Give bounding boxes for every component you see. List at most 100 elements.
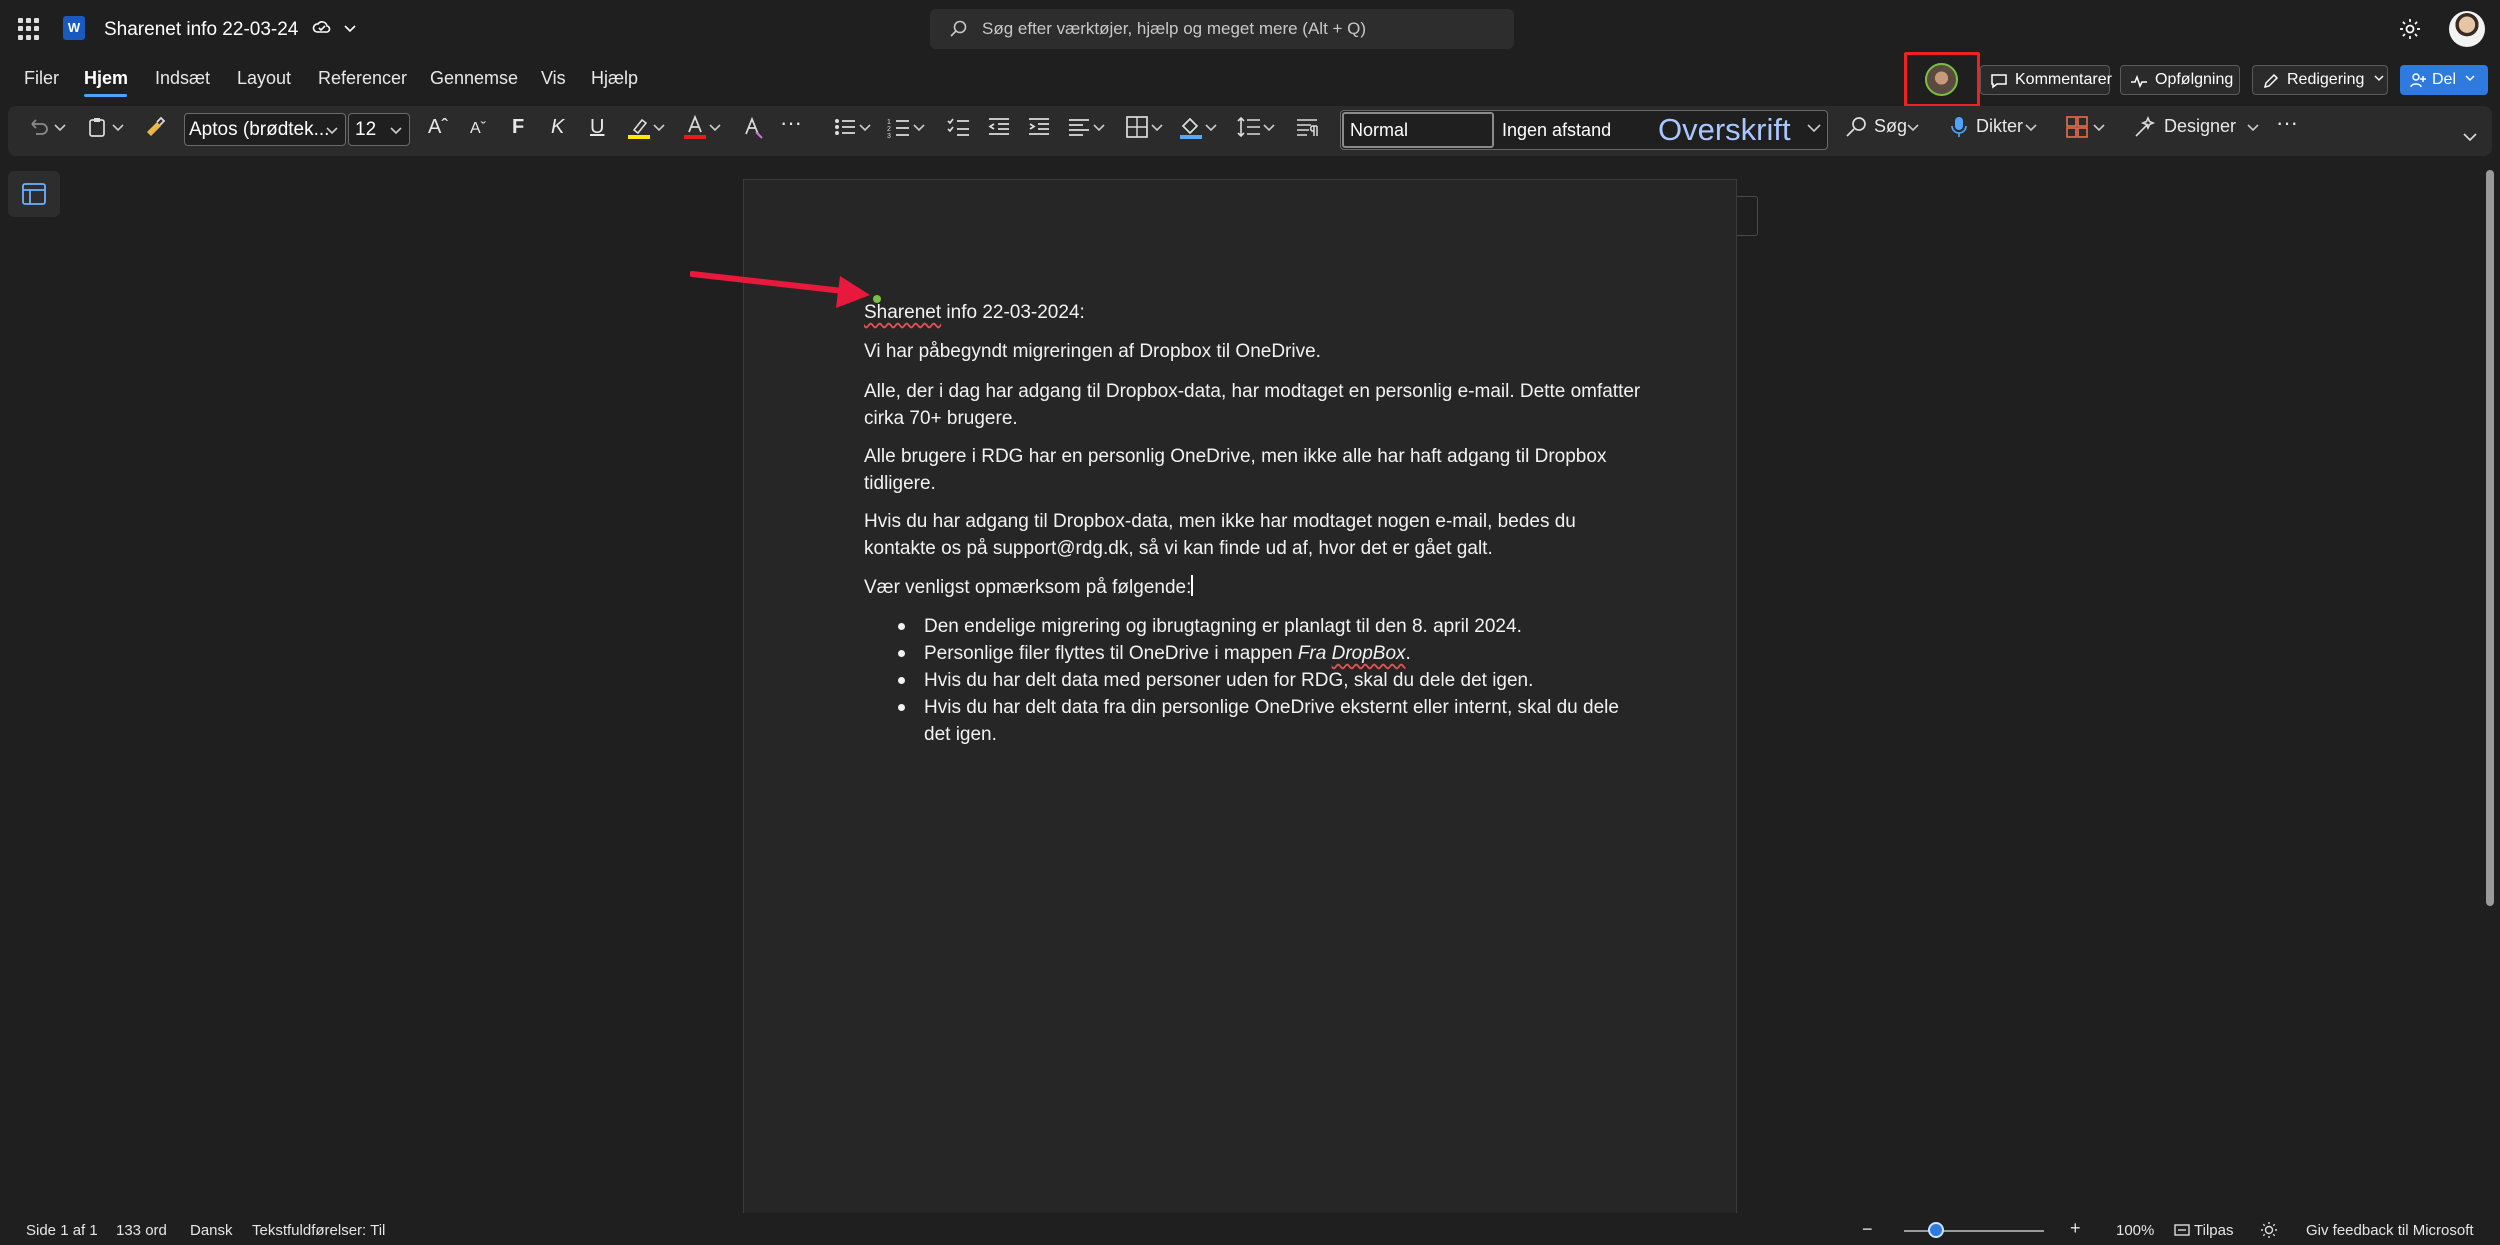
text-predictions-status[interactable]: Tekstfuldførelser: Til (252, 1222, 385, 1239)
checklist-icon[interactable] (946, 114, 972, 140)
paragraph-1[interactable]: Vi har påbegyndt migreringen af Dropbox … (864, 338, 1644, 365)
menu-indsaet[interactable]: Indsæt (155, 68, 210, 89)
chevron-down-icon[interactable] (1092, 114, 1106, 140)
highlight-icon[interactable] (626, 114, 652, 140)
paragraph-5-line[interactable]: Vær venligst opmærksom på følgende: (864, 574, 1644, 601)
paragraph-mark-icon[interactable] (1294, 114, 1320, 140)
more-font-options-icon[interactable]: ··· (780, 110, 802, 136)
document-title-line[interactable]: Sharenet info 22-03-2024: (864, 299, 1644, 326)
user-avatar[interactable] (2449, 11, 2485, 47)
italic-button[interactable]: K (551, 116, 564, 139)
microphone-icon[interactable] (1946, 114, 1972, 140)
styles-more-chevron-icon[interactable] (1804, 114, 1824, 140)
list-item-2[interactable]: Personlige filer flyttes til OneDrive i … (924, 640, 1624, 667)
borders-icon[interactable] (1124, 114, 1150, 140)
search-box[interactable]: Søg efter værktøjer, hjælp og meget mere… (930, 9, 1514, 49)
paragraph-4[interactable]: Hvis du har adgang til Dropbox-data, men… (864, 508, 1644, 562)
chevron-down-icon[interactable] (708, 114, 722, 140)
list-item-1[interactable]: Den endelige migrering og ibrugtagning e… (924, 613, 1624, 640)
word-count[interactable]: 133 ord (116, 1222, 167, 1239)
navigation-pane-button[interactable] (8, 171, 60, 217)
menu-hjem[interactable]: Hjem (84, 68, 128, 89)
search-placeholder[interactable]: Søg efter værktøjer, hjælp og meget mere… (982, 19, 1366, 38)
fit-icon[interactable] (2174, 1222, 2190, 1238)
shrink-font-icon[interactable]: Aˇ (470, 120, 486, 138)
chevron-down-icon[interactable] (110, 114, 126, 140)
menu-hjaelp[interactable]: Hjælp (591, 68, 638, 89)
bullet-list-icon[interactable] (832, 114, 858, 140)
chevron-down-icon[interactable] (52, 114, 68, 140)
more-options-icon[interactable]: ··· (2276, 110, 2298, 136)
undo-icon[interactable] (26, 114, 52, 140)
numbered-list-icon[interactable]: 123 (886, 114, 912, 140)
find-icon[interactable] (1844, 114, 1870, 140)
comments-button[interactable]: Kommentarer (1980, 65, 2112, 95)
collaborator-avatar[interactable] (1925, 63, 1958, 96)
menu-referencer[interactable]: Referencer (318, 68, 407, 89)
list-item-2-italic-misspelled[interactable]: DropBox (1332, 643, 1406, 664)
document-title[interactable]: Sharenet info 22-03-24 (104, 18, 357, 41)
zoom-slider[interactable] (1904, 1230, 2044, 1232)
chevron-down-icon[interactable] (343, 21, 357, 35)
format-painter-icon[interactable] (142, 114, 168, 140)
page-side-tab[interactable] (1737, 196, 1758, 236)
menu-layout[interactable]: Layout (237, 68, 291, 89)
chevron-down-icon[interactable] (1150, 114, 1164, 140)
line-spacing-icon[interactable] (1236, 114, 1262, 140)
font-size-select[interactable]: 12 (348, 113, 410, 146)
font-name-select[interactable]: Aptos (brødtek... (184, 113, 346, 146)
decrease-indent-icon[interactable] (986, 114, 1012, 140)
collapse-ribbon-chevron-icon[interactable] (2462, 124, 2478, 150)
chevron-down-icon[interactable] (1906, 114, 1920, 140)
gear-icon[interactable] (2398, 17, 2422, 41)
shading-icon[interactable] (1178, 114, 1204, 140)
align-left-icon[interactable] (1066, 114, 1092, 140)
brightness-icon[interactable] (2260, 1221, 2278, 1239)
menu-gennemse[interactable]: Gennemse (430, 68, 518, 89)
dictate-label[interactable]: Dikter (1976, 116, 2023, 137)
chevron-down-icon[interactable] (858, 114, 872, 140)
list-item-3[interactable]: Hvis du har delt data med personer uden … (924, 667, 1624, 694)
chevron-down-icon[interactable] (652, 114, 666, 140)
share-button[interactable]: Del (2400, 65, 2488, 95)
followup-button[interactable]: Opfølgning (2120, 65, 2240, 95)
menu-vis[interactable]: Vis (541, 68, 566, 89)
menu-filer[interactable]: Filer (24, 68, 59, 89)
designer-icon[interactable] (2132, 114, 2158, 140)
chevron-down-icon[interactable] (2246, 114, 2260, 140)
increase-indent-icon[interactable] (1026, 114, 1052, 140)
page-count[interactable]: Side 1 af 1 (26, 1222, 98, 1239)
font-color-icon[interactable] (682, 114, 708, 140)
zoom-slider-handle[interactable] (1928, 1222, 1944, 1238)
find-label[interactable]: Søg (1874, 116, 1907, 137)
add-ins-icon[interactable] (2064, 114, 2090, 140)
chevron-down-icon[interactable] (2092, 114, 2106, 140)
chevron-down-icon[interactable] (1204, 114, 1218, 140)
style-normal[interactable]: Normal (1342, 112, 1494, 148)
app-launcher-icon[interactable] (18, 18, 40, 40)
feedback-link[interactable]: Giv feedback til Microsoft (2306, 1222, 2474, 1239)
zoom-level[interactable]: 100% (2116, 1222, 2154, 1239)
document-title-text[interactable]: Sharenet info 22-03-24 (104, 19, 298, 40)
chevron-down-icon[interactable] (912, 114, 926, 140)
designer-label[interactable]: Designer (2164, 116, 2236, 137)
zoom-in-button[interactable]: + (2070, 1218, 2081, 1239)
paragraph-3[interactable]: Alle brugere i RDG har en personlig OneD… (864, 443, 1644, 497)
fit-button[interactable]: Tilpas (2194, 1222, 2233, 1239)
chevron-down-icon[interactable] (2024, 114, 2038, 140)
style-no-spacing[interactable]: Ingen afstand (1502, 120, 1611, 141)
grow-font-icon[interactable]: Aˆ (428, 116, 448, 139)
style-heading[interactable]: Overskrift (1658, 112, 1791, 148)
clipboard-icon[interactable] (84, 114, 110, 140)
bold-button[interactable]: F (512, 116, 524, 139)
editing-mode-button[interactable]: Redigering (2252, 65, 2388, 95)
vertical-scrollbar[interactable] (2486, 170, 2494, 906)
chevron-down-icon[interactable] (1262, 114, 1276, 140)
clear-formatting-icon[interactable] (740, 114, 766, 140)
paragraph-2[interactable]: Alle, der i dag har adgang til Dropbox-d… (864, 378, 1644, 432)
misspelled-word[interactable]: Sharenet (864, 302, 941, 323)
saved-status-icon[interactable] (312, 18, 332, 38)
language-indicator[interactable]: Dansk (190, 1222, 233, 1239)
underline-button[interactable]: U (590, 116, 604, 139)
list-item-4[interactable]: Hvis du har delt data fra din personlige… (924, 694, 1624, 748)
